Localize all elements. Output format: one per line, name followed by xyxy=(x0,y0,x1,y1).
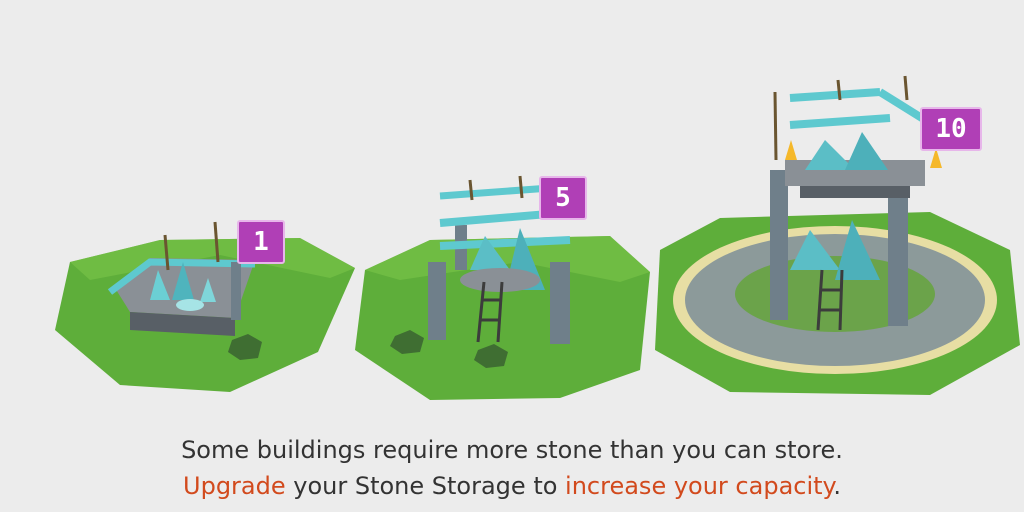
caption-text-middle: your Stone Storage to xyxy=(285,472,566,500)
caption-highlight-capacity: increase your capacity xyxy=(565,472,834,500)
storage-levels-scene xyxy=(55,75,1020,400)
stone-storage-level-1 xyxy=(55,221,355,392)
caption-line-1: Some buildings require more stone than y… xyxy=(181,436,843,464)
level-10-badge: 10 xyxy=(920,107,982,151)
stone-storage-level-5 xyxy=(355,175,650,400)
level-1-badge: 1 xyxy=(237,220,285,264)
level-5-badge: 5 xyxy=(539,176,587,220)
caption-highlight-upgrade: Upgrade xyxy=(183,472,286,500)
caption-text: Some buildings require more stone than y… xyxy=(0,432,1024,504)
caption-text-end: . xyxy=(833,472,841,500)
caption-line-2: Upgrade your Stone Storage to increase y… xyxy=(0,468,1024,504)
